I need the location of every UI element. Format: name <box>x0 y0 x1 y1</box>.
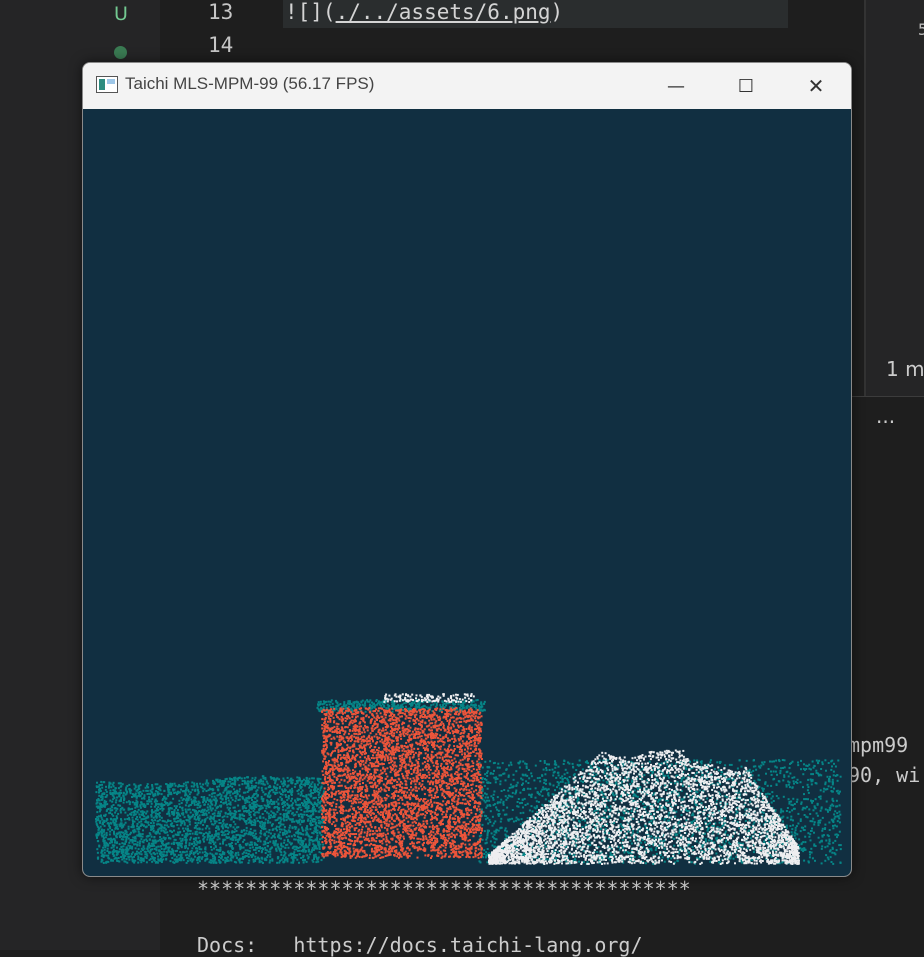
line-number: 14 <box>208 33 234 57</box>
app-icon <box>96 76 118 93</box>
code-text: ![]( <box>285 0 336 24</box>
terminal-line: 90, wi <box>848 763 921 787</box>
simulation-canvas[interactable] <box>83 109 851 876</box>
close-icon: ✕ <box>807 74 825 98</box>
more-actions-icon[interactable]: ··· <box>876 410 895 434</box>
preview-partial-glyph: 5 <box>918 20 924 39</box>
taichi-gui-window: Taichi MLS-MPM-99 (56.17 FPS) — ☐ ✕ <box>82 62 852 877</box>
window-titlebar[interactable]: Taichi MLS-MPM-99 (56.17 FPS) — ☐ ✕ <box>83 63 851 109</box>
panel-divider <box>851 396 924 397</box>
particle-field <box>95 693 842 865</box>
terminal-line: mpm99 <box>848 733 909 757</box>
git-modified-dot-icon <box>114 46 127 59</box>
code-line[interactable]: ![](./../assets/6.png) <box>285 0 563 24</box>
preview-partial-text: 1 mi <box>886 357 924 381</box>
minimize-button[interactable]: — <box>641 63 711 109</box>
jelly-particles <box>321 707 483 859</box>
close-button[interactable]: ✕ <box>781 63 851 109</box>
minimize-icon: — <box>667 75 685 97</box>
window-title: Taichi MLS-MPM-99 (56.17 FPS) <box>125 74 375 93</box>
terminal-docs-line: Docs: https://docs.taichi-lang.org/ <box>197 933 643 957</box>
git-untracked-indicator: U <box>114 3 128 25</box>
image-path-link[interactable]: ./../assets/6.png <box>336 0 551 24</box>
panel-separator[interactable] <box>864 0 866 396</box>
preview-panel <box>864 0 924 396</box>
terminal-stars-line: ****************************************… <box>197 877 691 901</box>
code-text: ) <box>550 0 564 24</box>
maximize-button[interactable]: ☐ <box>711 63 781 109</box>
line-number: 13 <box>208 0 234 24</box>
maximize-icon: ☐ <box>737 75 755 97</box>
